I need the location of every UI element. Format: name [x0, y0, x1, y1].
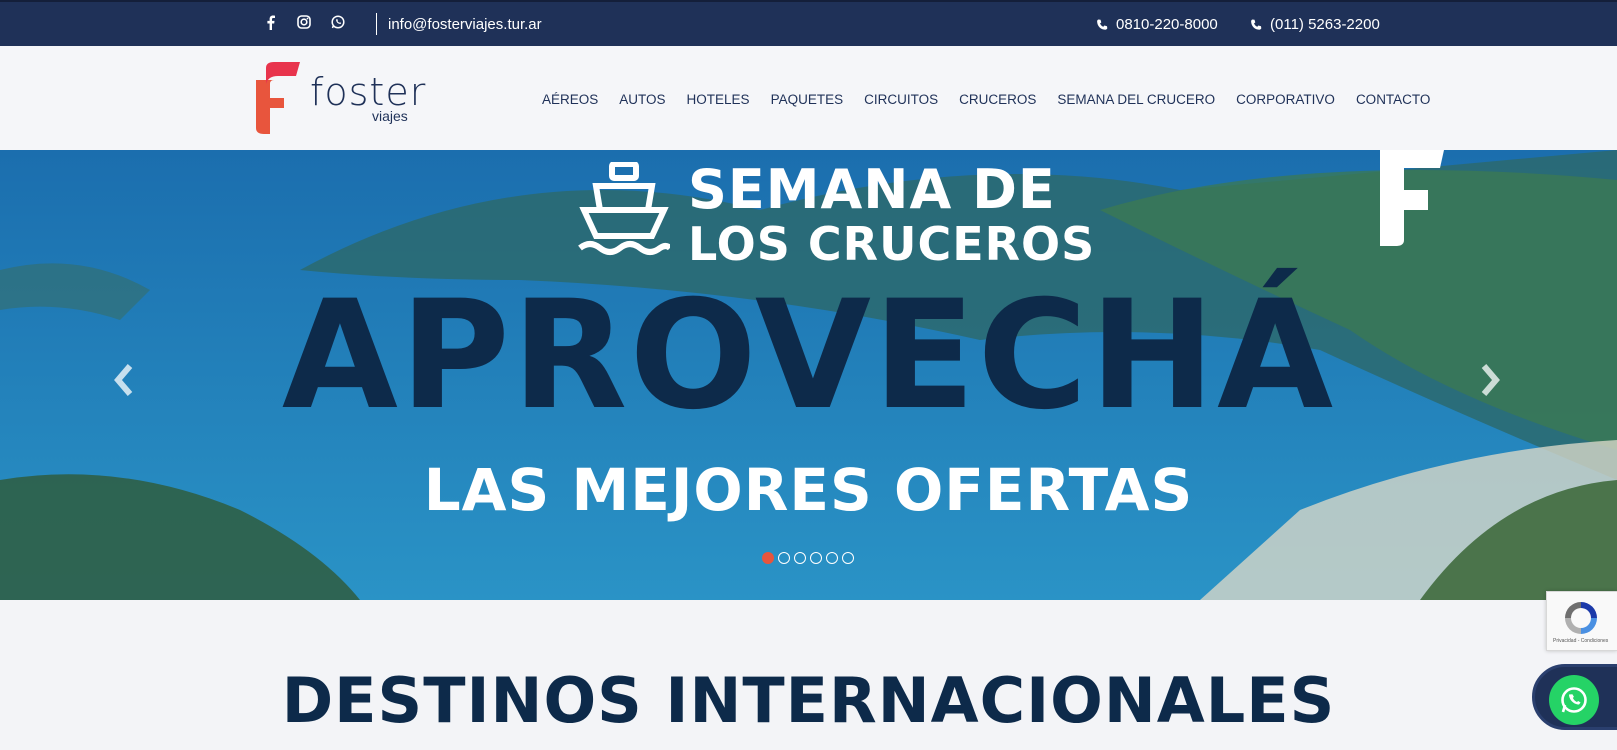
nav-semana-del-crucero[interactable]: SEMANA DEL CRUCERO: [1057, 92, 1215, 107]
phone-number-1-text: 0810-220-8000: [1116, 16, 1218, 33]
slider-dot[interactable]: [826, 552, 838, 564]
slider-pagination: [762, 552, 854, 564]
recaptcha-badge[interactable]: Privacidad - Condiciones: [1546, 591, 1617, 651]
hero-title-line2: LOS CRUCEROS: [688, 217, 1096, 271]
whatsapp-icon: [1561, 687, 1587, 713]
facebook-icon[interactable]: [262, 14, 278, 30]
social-links: [262, 14, 346, 30]
foster-logo-mark[interactable]: [250, 62, 310, 134]
slider-prev-arrow-icon[interactable]: [110, 360, 136, 400]
hero-subheadline: LAS MEJORES OFERTAS: [423, 456, 1194, 524]
recaptcha-text: Privacidad - Condiciones: [1553, 638, 1609, 644]
nav-corporativo[interactable]: CORPORATIVO: [1236, 92, 1335, 107]
slider-dot[interactable]: [762, 552, 774, 564]
nav-circuitos[interactable]: CIRCUITOS: [864, 92, 938, 107]
site-header: foster viajes AÉREOS AUTOS HOTELES PAQUE…: [0, 46, 1617, 150]
slider-next-arrow-icon[interactable]: [1478, 360, 1504, 400]
whatsapp-float-button[interactable]: [1549, 675, 1599, 725]
nav-autos[interactable]: AUTOS: [619, 92, 665, 107]
whatsapp-icon[interactable]: [330, 14, 346, 30]
hero-slider: SEMANA DE LOS CRUCEROS APROVECHÁ LAS MEJ…: [0, 150, 1617, 600]
logo-subtext: viajes: [372, 108, 408, 124]
foster-brand-mark: [1380, 150, 1444, 246]
main-nav: AÉREOS AUTOS HOTELES PAQUETES CIRCUITOS …: [542, 92, 1430, 107]
cruise-ship-icon: [578, 162, 670, 255]
phone-number-1[interactable]: 0810-220-8000: [1096, 16, 1218, 33]
hero-headline: APROVECHÁ: [281, 269, 1336, 443]
contact-email[interactable]: info@fosterviajes.tur.ar: [388, 16, 542, 33]
nav-hoteles[interactable]: HOTELES: [687, 92, 750, 107]
logo-text[interactable]: foster: [310, 70, 426, 114]
slider-dot[interactable]: [842, 552, 854, 564]
nav-cruceros[interactable]: CRUCEROS: [959, 92, 1036, 107]
nav-paquetes[interactable]: PAQUETES: [771, 92, 844, 107]
topbar-divider: [376, 13, 377, 35]
phone-number-2[interactable]: (011) 5263-2200: [1250, 16, 1380, 33]
nav-contacto[interactable]: CONTACTO: [1356, 92, 1431, 107]
instagram-icon[interactable]: [296, 14, 312, 30]
phone-icon: [1251, 19, 1262, 30]
phone-icon: [1097, 19, 1108, 30]
slider-dot[interactable]: [794, 552, 806, 564]
recaptcha-icon: [1565, 602, 1597, 634]
nav-aereos[interactable]: AÉREOS: [542, 92, 598, 107]
hero-title-line1: SEMANA DE: [688, 158, 1056, 221]
slider-dot[interactable]: [810, 552, 822, 564]
slider-dot[interactable]: [778, 552, 790, 564]
phone-number-2-text: (011) 5263-2200: [1270, 16, 1380, 33]
section-title-destinos: DESTINOS INTERNACIONALES: [281, 664, 1336, 737]
top-bar: info@fosterviajes.tur.ar 0810-220-8000 (…: [0, 0, 1617, 46]
